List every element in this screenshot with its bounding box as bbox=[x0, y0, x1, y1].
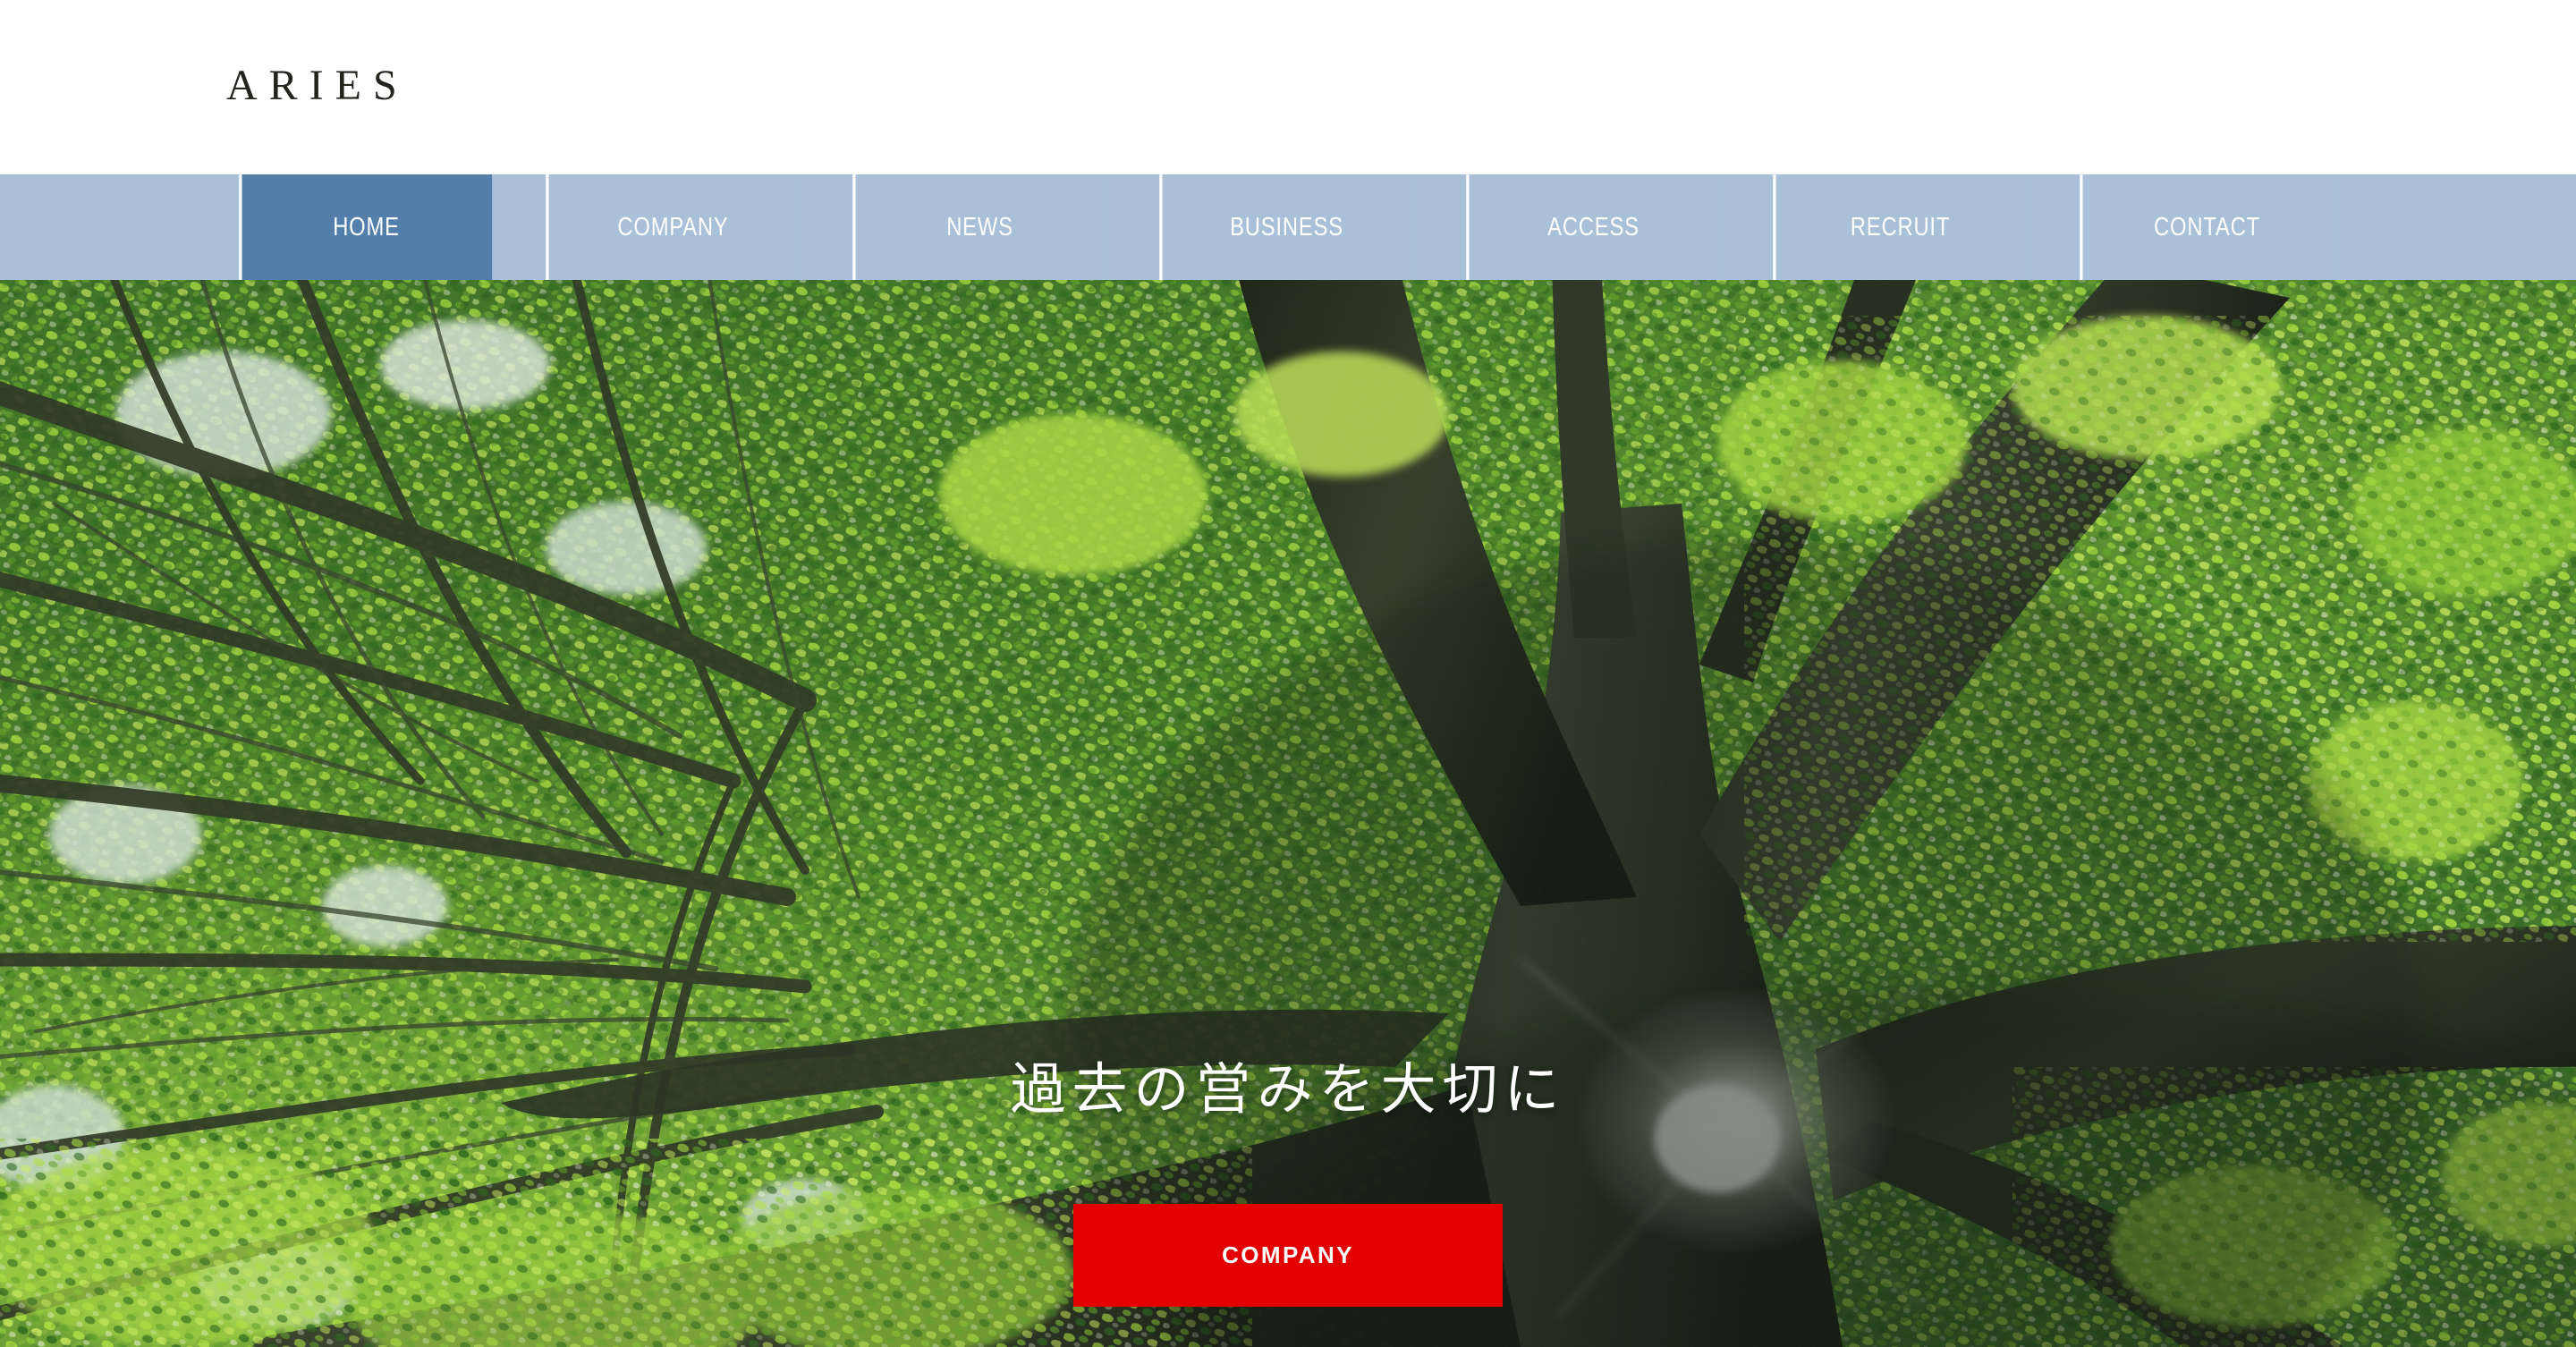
nav-item-company[interactable]: COMPANY bbox=[546, 174, 800, 280]
nav-item-business[interactable]: BUSINESS bbox=[1159, 174, 1413, 280]
nav-left-spacer bbox=[0, 174, 213, 280]
hero-section: 過去の営みを大切に COMPANY bbox=[0, 280, 2576, 1347]
site-header: ARIES bbox=[0, 0, 2576, 174]
nav-item-contact[interactable]: CONTACT bbox=[2080, 174, 2334, 280]
hero-company-button[interactable]: COMPANY bbox=[1073, 1204, 1503, 1307]
main-navigation: HOME COMPANY NEWS BUSINESS ACCESS RECRUI… bbox=[0, 174, 2576, 280]
nav-item-recruit[interactable]: RECRUIT bbox=[1773, 174, 2027, 280]
nav-item-home[interactable]: HOME bbox=[239, 174, 493, 280]
nav-right-spacer bbox=[2360, 174, 2576, 280]
nav-item-news[interactable]: NEWS bbox=[852, 174, 1106, 280]
hero-background-image bbox=[0, 280, 2576, 1347]
nav-item-access[interactable]: ACCESS bbox=[1466, 174, 1720, 280]
brand-logo[interactable]: ARIES bbox=[226, 64, 409, 107]
